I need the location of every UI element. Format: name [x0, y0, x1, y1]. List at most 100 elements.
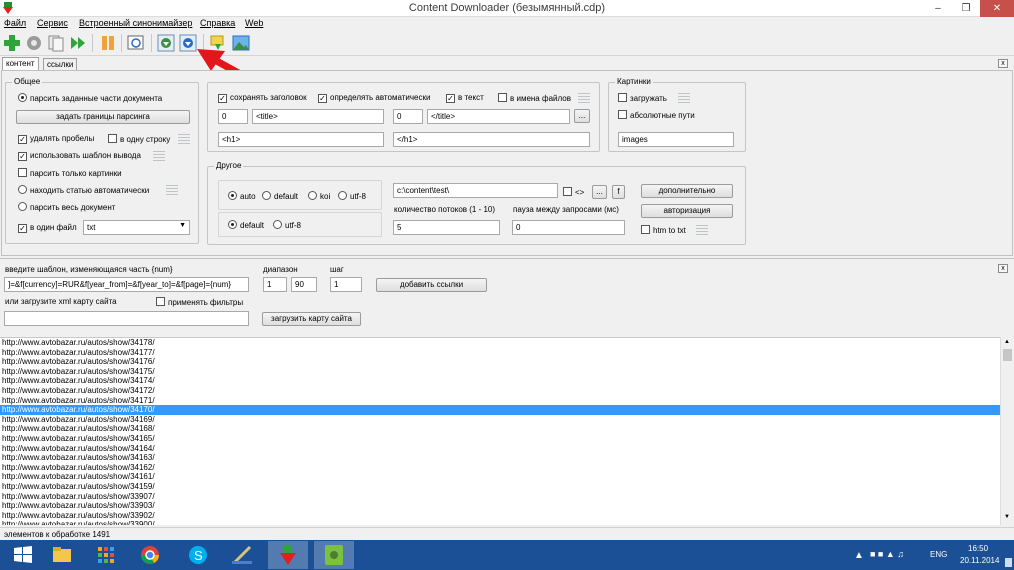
list-item[interactable]: http://www.avtobazar.ru/autos/show/34168… — [0, 424, 1000, 434]
load-sitemap-button[interactable]: загрузить карту сайта — [262, 312, 361, 326]
copy-icon[interactable] — [47, 34, 65, 52]
one-line-checkbox[interactable]: в одну строку — [108, 134, 170, 144]
list-item[interactable]: http://www.avtobazar.ru/autos/show/34175… — [0, 367, 1000, 377]
step-input[interactable]: 1 — [330, 277, 362, 292]
close-button[interactable]: ✕ — [980, 0, 1014, 17]
clock-date[interactable]: 20.11.2014 — [960, 556, 999, 565]
maximize-button[interactable]: ❐ — [952, 0, 980, 17]
skype-icon[interactable]: S — [178, 541, 218, 569]
evernote-icon[interactable] — [314, 541, 354, 569]
close-panel-button[interactable]: x — [998, 59, 1008, 68]
save-title-checkbox[interactable]: ✓ сохранять заголовок — [218, 93, 307, 103]
list-item[interactable]: http://www.avtobazar.ru/autos/show/34165… — [0, 434, 1000, 444]
file-explorer-icon[interactable] — [42, 541, 82, 569]
browse-path-button[interactable]: ... — [592, 185, 607, 199]
template-input[interactable]: ]=&f[currency]=RUR&f[year_from]=&f[year_… — [4, 277, 249, 292]
menu-help[interactable]: Справка — [200, 18, 235, 28]
images-folder-input[interactable]: images — [618, 132, 734, 147]
list-item[interactable]: http://www.avtobazar.ru/autos/show/34161… — [0, 472, 1000, 482]
scroll-thumb[interactable] — [1003, 349, 1012, 361]
enc-auto-radio[interactable]: auto — [228, 191, 256, 201]
enc-utf8-radio[interactable]: utf-8 — [338, 191, 366, 201]
enc-default-radio[interactable]: default — [262, 191, 298, 201]
apply-filters-checkbox[interactable]: применять фильтры — [156, 297, 243, 307]
list-icon[interactable] — [153, 151, 165, 161]
load-images-checkbox[interactable]: загружать — [618, 93, 667, 103]
list-item[interactable]: http://www.avtobazar.ru/autos/show/34170… — [0, 405, 1000, 415]
content-downloader-task-icon[interactable] — [268, 541, 308, 569]
list-item[interactable]: http://www.avtobazar.ru/autos/show/33903… — [0, 501, 1000, 511]
tab-content[interactable]: контент — [2, 57, 39, 70]
parse-parts-radio[interactable]: парсить заданные части документа — [18, 93, 162, 103]
end-offset-input[interactable]: 0 — [393, 109, 423, 124]
menu-web[interactable]: Web — [245, 18, 263, 28]
notification-icon[interactable] — [1005, 558, 1012, 567]
file-ext-select[interactable]: txt ▼ — [83, 220, 190, 235]
tray-icons[interactable]: ■ ■ ▲ ♫ — [870, 549, 904, 559]
list-item[interactable]: http://www.avtobazar.ru/autos/show/34169… — [0, 415, 1000, 425]
save-path-input[interactable]: c:\content\test\ — [393, 183, 558, 198]
range-to-input[interactable]: 90 — [291, 277, 317, 292]
in-text-checkbox[interactable]: ✓ в текст — [446, 93, 484, 103]
list-item[interactable]: http://www.avtobazar.ru/autos/show/33902… — [0, 511, 1000, 521]
angle-checkbox[interactable]: <> — [563, 187, 584, 197]
chrome-icon[interactable] — [130, 541, 170, 569]
list-icon[interactable] — [166, 185, 178, 195]
tray-arrow-icon[interactable]: ▲ — [854, 550, 864, 561]
parse-all-radio[interactable]: парсить весь документ — [18, 202, 115, 212]
url-list[interactable]: http://www.avtobazar.ru/autos/show/34178… — [0, 337, 1000, 525]
scroll-down-icon[interactable]: ▼ — [1004, 514, 1010, 520]
list-item[interactable]: http://www.avtobazar.ru/autos/show/34178… — [0, 338, 1000, 348]
menu-service[interactable]: Сервис — [37, 18, 68, 28]
enc-koi-radio[interactable]: koi — [308, 191, 330, 201]
menu-synonymizer[interactable]: Встроенный синонимайзер — [79, 18, 192, 28]
htm-to-txt-checkbox[interactable]: htm to txt — [641, 225, 686, 235]
list-icon[interactable] — [178, 134, 190, 144]
close-tag-h1-input[interactable]: </h1> — [393, 132, 590, 147]
pause-icon[interactable] — [99, 34, 117, 52]
close-links-button[interactable]: x — [998, 264, 1008, 273]
list-item[interactable]: http://www.avtobazar.ru/autos/show/34162… — [0, 463, 1000, 473]
only-images-checkbox[interactable]: парсить только картинки — [18, 168, 122, 178]
tab-links[interactable]: ссылки — [43, 58, 78, 70]
open-tag-h1-input[interactable]: <h1> — [218, 132, 384, 147]
out-default-radio[interactable]: default — [228, 220, 264, 230]
list-item[interactable]: http://www.avtobazar.ru/autos/show/34172… — [0, 386, 1000, 396]
set-bounds-button[interactable]: задать границы парсинга — [16, 110, 190, 124]
detect-auto-checkbox[interactable]: ✓ определять автоматически — [318, 93, 430, 103]
scroll-up-icon[interactable]: ▲ — [1004, 339, 1010, 345]
list-item[interactable]: http://www.avtobazar.ru/autos/show/34176… — [0, 357, 1000, 367]
list-item[interactable]: http://www.avtobazar.ru/autos/show/34164… — [0, 444, 1000, 454]
remove-spaces-checkbox[interactable]: ✓ удалять пробелы — [18, 134, 94, 144]
preview-icon[interactable] — [127, 34, 145, 52]
list-item[interactable]: http://www.avtobazar.ru/autos/show/34163… — [0, 453, 1000, 463]
list-item[interactable]: http://www.avtobazar.ru/autos/show/34171… — [0, 396, 1000, 406]
close-tag-input[interactable]: </title> — [427, 109, 570, 124]
absolute-paths-checkbox[interactable]: абсолютные пути — [618, 110, 695, 120]
add-icon[interactable] — [3, 34, 21, 52]
list-icon[interactable] — [696, 225, 708, 235]
out-utf8-radio[interactable]: utf-8 — [273, 220, 301, 230]
gear-icon[interactable] — [25, 34, 43, 52]
run-icon[interactable] — [69, 34, 87, 52]
threads-input[interactable]: 5 — [393, 220, 500, 235]
windows-start-icon[interactable] — [6, 541, 40, 569]
list-item[interactable]: http://www.avtobazar.ru/autos/show/33900… — [0, 520, 1000, 525]
list-icon[interactable] — [678, 93, 690, 103]
list-item[interactable]: http://www.avtobazar.ru/autos/show/34159… — [0, 482, 1000, 492]
one-file-checkbox[interactable]: ✓ в один файл — [18, 223, 77, 233]
scrollbar[interactable]: ▲ ▼ — [1000, 337, 1014, 525]
list-item[interactable]: http://www.avtobazar.ru/autos/show/33907… — [0, 492, 1000, 502]
clock-time[interactable]: 16:50 — [968, 544, 988, 553]
start-offset-input[interactable]: 0 — [218, 109, 248, 124]
list-item[interactable]: http://www.avtobazar.ru/autos/show/34177… — [0, 348, 1000, 358]
in-filenames-checkbox[interactable]: в имена файлов — [498, 93, 571, 103]
pause-input[interactable]: 0 — [512, 220, 625, 235]
add-links-button[interactable]: добавить ссылки — [376, 278, 487, 292]
apps-grid-icon[interactable] — [86, 541, 126, 569]
f-button[interactable]: f — [612, 185, 625, 199]
open-tag-input[interactable]: <title> — [252, 109, 384, 124]
auth-button[interactable]: авторизация — [641, 204, 733, 218]
extra-button[interactable]: дополнительно — [641, 184, 733, 198]
sitemap-input[interactable] — [4, 311, 249, 326]
